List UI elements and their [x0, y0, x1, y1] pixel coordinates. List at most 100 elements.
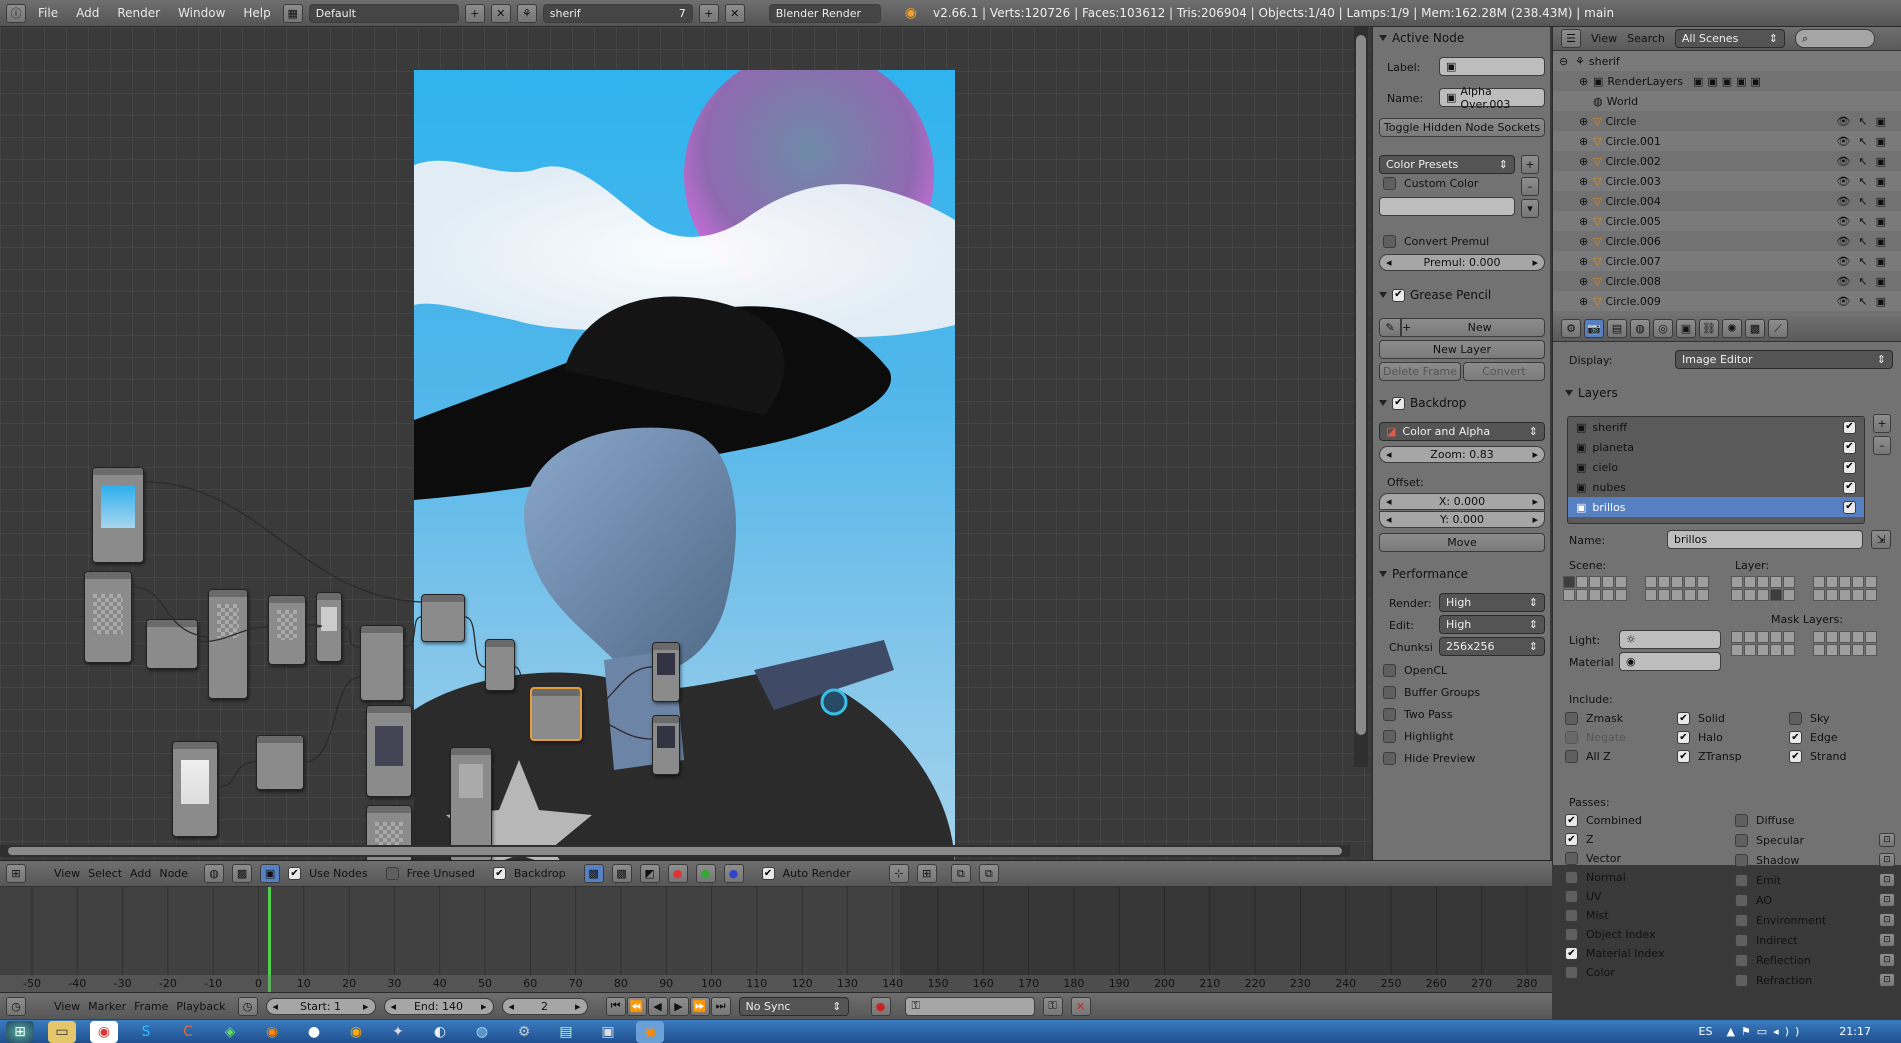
pass-emit[interactable]: Emit ⊡ [1735, 873, 1895, 887]
grease-pencil-checkbox[interactable]: ✔ [1392, 288, 1405, 302]
skype-icon[interactable]: S [132, 1021, 160, 1043]
render-layers-tab-icon[interactable]: ▤ [1607, 319, 1627, 338]
settings-app-icon[interactable]: ⚙ [510, 1021, 538, 1043]
node-add-menu[interactable]: Add [130, 867, 151, 880]
timeline-playback-menu[interactable]: Playback [176, 1000, 225, 1013]
backdrop-panel-header[interactable]: ✔ Backdrop [1379, 396, 1466, 410]
pass-diffuse[interactable]: Diffuse [1735, 814, 1895, 827]
timeline-editor-type-icon[interactable]: ◷ [6, 996, 26, 1016]
outliner-editor-type-icon[interactable]: ☰ [1561, 29, 1581, 48]
pass-checkbox[interactable] [1735, 893, 1748, 907]
backdrop-rgb-icon[interactable]: ▩ [583, 864, 604, 883]
active-node-panel-header[interactable]: Active Node [1379, 31, 1464, 45]
opencl-checkbox[interactable] [1383, 664, 1396, 677]
include-sky[interactable]: Sky [1789, 712, 1895, 725]
include-checkbox[interactable]: ✔ [1789, 731, 1802, 744]
add-preset-icon[interactable]: + [1521, 155, 1539, 174]
convert-button[interactable]: Convert [1463, 362, 1545, 381]
screen-layout-field[interactable]: Default [308, 3, 459, 23]
layers-panel-header[interactable]: Layers [1565, 386, 1618, 400]
delete-frame-button[interactable]: Delete Frame [1379, 362, 1461, 381]
map-app-icon[interactable]: ◈ [216, 1021, 244, 1043]
render-quality-select[interactable]: High ⇕ [1439, 593, 1545, 612]
pass-checkbox[interactable] [1735, 853, 1748, 867]
physics-tab-icon[interactable]: ⟋ [1768, 319, 1788, 338]
render-layer-checkbox[interactable]: ✔ [1843, 440, 1856, 454]
current-frame-field[interactable]: ◂ 2 ▸ [501, 997, 588, 1015]
scene-icon[interactable]: ⚘ [516, 3, 537, 23]
menu-render[interactable]: Render [111, 6, 166, 20]
visibility-icons[interactable]: 👁↖▣ [1836, 255, 1894, 268]
exclude-pass-icon[interactable]: ⊡ [1879, 953, 1895, 967]
pass-checkbox[interactable]: ✔ [1565, 814, 1578, 827]
two-pass-checkbox[interactable] [1383, 708, 1396, 721]
visibility-icons[interactable]: 👁↖▣ [1836, 175, 1894, 188]
visibility-icons[interactable]: 👁↖▣ [1836, 295, 1894, 308]
timeline-area[interactable]: -50 -40 -30 -20 -10 0 10 20 30 40 50 60 70 80 90 100 110… [0, 887, 1552, 992]
record-icon[interactable]: ● [870, 996, 891, 1016]
backdrop-alpha-icon[interactable]: ◩ [639, 864, 660, 883]
visibility-icons[interactable]: 👁↖▣ [1836, 195, 1894, 208]
offset-y-field[interactable]: ◂ Y: 0.000 ▸ [1379, 511, 1545, 528]
screen-layout-icon[interactable]: ▦ [282, 3, 303, 23]
include-all-z[interactable]: All Z [1565, 750, 1677, 763]
node-editor-hscrollbar[interactable] [0, 845, 1350, 857]
menu-help[interactable]: Help [237, 6, 276, 20]
hide-preview-toggle[interactable]: Hide Preview [1383, 752, 1475, 765]
tray-icons[interactable]: ▲⚑▭◂)) [1726, 1025, 1805, 1038]
render-layer-row-selected[interactable]: ▣ brillos ✔ [1568, 497, 1864, 517]
insert-keyframe-icon[interactable]: ⚿ [1042, 996, 1063, 1016]
pass-checkbox[interactable] [1735, 913, 1748, 927]
file-explorer-icon[interactable]: ▭ [48, 1020, 76, 1043]
data-tab-icon[interactable]: ✺ [1722, 319, 1742, 338]
outliner-item[interactable]: ⊕ ▽ Circle.009 👁↖▣ [1553, 291, 1901, 311]
include-checkbox[interactable] [1565, 731, 1578, 744]
preset-menu-icon[interactable]: ▾ [1521, 199, 1539, 218]
pass-specular[interactable]: Specular ⊡ [1735, 833, 1895, 847]
render-tab-icon[interactable]: 📷 [1584, 319, 1604, 338]
timeline-view-menu[interactable]: View [54, 1000, 80, 1013]
node-editor-vscrollbar[interactable] [1354, 27, 1368, 767]
menu-file[interactable]: File [32, 6, 64, 20]
backdrop-blue-icon[interactable]: ● [723, 864, 744, 883]
exclude-pass-icon[interactable]: ⊡ [1879, 833, 1895, 847]
offset-x-field[interactable]: ◂ X: 0.000 ▸ [1379, 493, 1545, 510]
gimp-icon[interactable]: ✦ [384, 1021, 412, 1043]
jump-end-icon[interactable]: ⏭ [710, 996, 731, 1016]
light-override-input[interactable]: ☼ [1619, 630, 1721, 649]
scene-field[interactable]: sherif 7 [542, 3, 693, 23]
visibility-icons[interactable]: 👁↖▣ [1836, 215, 1894, 228]
pass-material-index[interactable]: ✔ Material Index [1565, 947, 1731, 960]
include-checkbox[interactable]: ✔ [1677, 750, 1690, 763]
add-render-layer-icon[interactable]: + [1873, 414, 1891, 433]
pass-checkbox[interactable] [1735, 814, 1748, 827]
menu-add[interactable]: Add [70, 6, 105, 20]
backdrop-toggle-checkbox[interactable]: ✔ [492, 867, 506, 880]
remove-render-layer-icon[interactable]: – [1873, 436, 1891, 455]
steam-icon[interactable]: ● [300, 1021, 328, 1043]
exclude-pass-icon[interactable]: ⊡ [1879, 853, 1895, 867]
include-halo[interactable]: ✔ Halo [1677, 731, 1789, 744]
include-edge[interactable]: ✔ Edge [1789, 731, 1895, 744]
blender-app-icon[interactable]: ◉ [258, 1021, 286, 1043]
inkscape-icon[interactable]: ◐ [426, 1021, 454, 1043]
include-checkbox[interactable]: ✔ [1677, 712, 1690, 725]
render-layer-checkbox[interactable]: ✔ [1843, 500, 1856, 514]
timeline-marker-menu[interactable]: Marker [88, 1000, 126, 1013]
visibility-icons[interactable]: 👁↖▣ [1836, 135, 1894, 148]
performance-panel-header[interactable]: Performance [1379, 567, 1468, 581]
remove-preset-icon[interactable]: – [1521, 177, 1539, 196]
pass-mist[interactable]: Mist [1565, 909, 1731, 922]
buffer-groups-checkbox[interactable] [1383, 686, 1396, 699]
convert-premul-toggle[interactable]: Convert Premul [1383, 235, 1489, 248]
include-negate[interactable]: Negate [1565, 731, 1677, 744]
node-editor-type-icon[interactable]: ⊞ [6, 864, 26, 883]
include-solid[interactable]: ✔ Solid [1677, 712, 1789, 725]
render-layer-name-input[interactable]: brillos [1667, 530, 1863, 549]
render-layer-checkbox[interactable]: ✔ [1843, 480, 1856, 494]
highlight-checkbox[interactable] [1383, 730, 1396, 743]
outliner-item[interactable]: ⊕ ▽ Circle.003 👁↖▣ [1553, 171, 1901, 191]
end-frame-field[interactable]: ◂ End: 140 ▸ [383, 997, 494, 1015]
delete-scene-icon[interactable]: ✕ [724, 3, 745, 23]
ccleaner-icon[interactable]: C [174, 1021, 202, 1043]
